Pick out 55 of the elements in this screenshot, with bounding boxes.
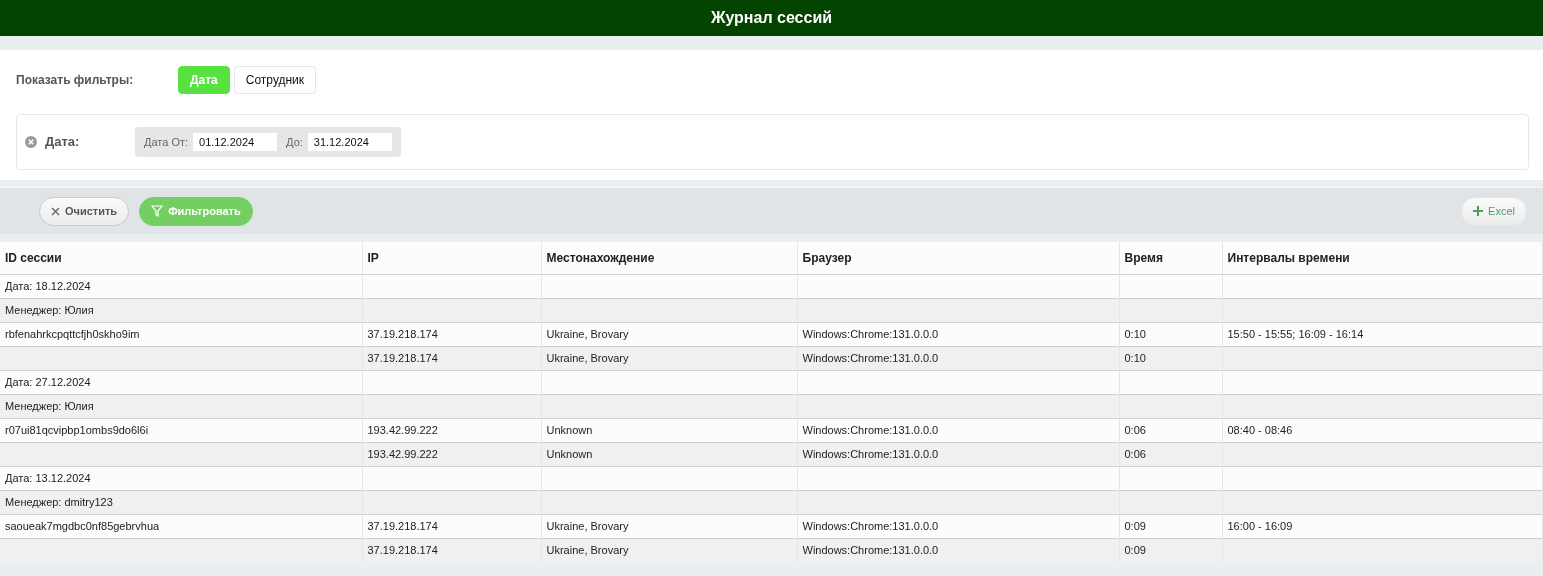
table-cell: 193.42.99.222 [362, 442, 541, 466]
column-header: IP [362, 242, 541, 274]
table-cell: 193.42.99.222 [362, 418, 541, 442]
filter-icon [151, 205, 164, 217]
table-cell: 37.19.218.174 [362, 538, 541, 562]
page-title: Журнал сессий [710, 8, 833, 28]
table-cell: Ukraine, Brovary [541, 322, 797, 346]
filter-tab[interactable]: Сотрудник [233, 66, 317, 94]
plus-icon [1473, 206, 1484, 216]
table-cell: 0:06 [1119, 418, 1222, 442]
column-header: ID сессии [0, 242, 362, 274]
table-cell: 37.19.218.174 [362, 322, 541, 346]
table-cell: Windows:Chrome:131.0.0.0 [797, 538, 1119, 562]
group-label: Менеджер: dmitry123 [0, 490, 362, 514]
date-filter-label: Дата: [45, 133, 81, 152]
remove-filter-icon[interactable] [25, 136, 37, 148]
filters-label: Показать фильтры: [16, 72, 135, 89]
table-cell: 0:09 [1119, 514, 1222, 538]
table-cell: Unknown [541, 418, 797, 442]
table-cell: r07ui81qcvipbp1ombs9do6l6i [0, 418, 362, 442]
table-cell: rbfenahrkcpqttcfjh0skho9im [0, 322, 362, 346]
table-cell: 15:50 - 15:55; 16:09 - 16:14 [1222, 322, 1543, 346]
table-cell: 0:09 [1119, 538, 1222, 562]
table-cell: 0:10 [1119, 346, 1222, 370]
to-label: До: [286, 134, 303, 150]
table-cell: Ukraine, Brovary [541, 538, 797, 562]
column-header: Интервалы времени [1222, 242, 1543, 274]
close-icon [51, 206, 60, 216]
table-cell: Windows:Chrome:131.0.0.0 [797, 322, 1119, 346]
table-cell: Unknown [541, 442, 797, 466]
table-cell: 0:10 [1119, 322, 1222, 346]
table-cell: 37.19.218.174 [362, 514, 541, 538]
to-date-field[interactable]: 31.12.2024 [307, 133, 392, 151]
from-date-field[interactable]: 01.12.2024 [193, 133, 278, 151]
from-label: Дата От: [144, 134, 189, 150]
column-header: Время [1119, 242, 1222, 274]
table-cell: Ukraine, Brovary [541, 514, 797, 538]
table-cell: saoueak7mgdbc0nf85gebrvhua [0, 514, 362, 538]
clear-button[interactable]: Очистить [39, 196, 130, 226]
group-label: Дата: 13.12.2024 [0, 466, 362, 490]
column-header: Местонахождение [541, 242, 797, 274]
column-header: Браузер [797, 242, 1119, 274]
group-label: Менеджер: Юлия [0, 394, 362, 418]
table-cell: Windows:Chrome:131.0.0.0 [797, 418, 1119, 442]
group-label: Менеджер: Юлия [0, 298, 362, 322]
table-cell: 37.19.218.174 [362, 346, 541, 370]
table-cell: Windows:Chrome:131.0.0.0 [797, 514, 1119, 538]
table-cell: 16:00 - 16:09 [1222, 514, 1543, 538]
table-cell: 08:40 - 08:46 [1222, 418, 1543, 442]
table-cell: 0:06 [1119, 442, 1222, 466]
group-label: Дата: 18.12.2024 [0, 274, 362, 298]
group-label: Дата: 27.12.2024 [0, 370, 362, 394]
table-cell: Windows:Chrome:131.0.0.0 [797, 346, 1119, 370]
table-cell: Windows:Chrome:131.0.0.0 [797, 442, 1119, 466]
table-cell: Ukraine, Brovary [541, 346, 797, 370]
